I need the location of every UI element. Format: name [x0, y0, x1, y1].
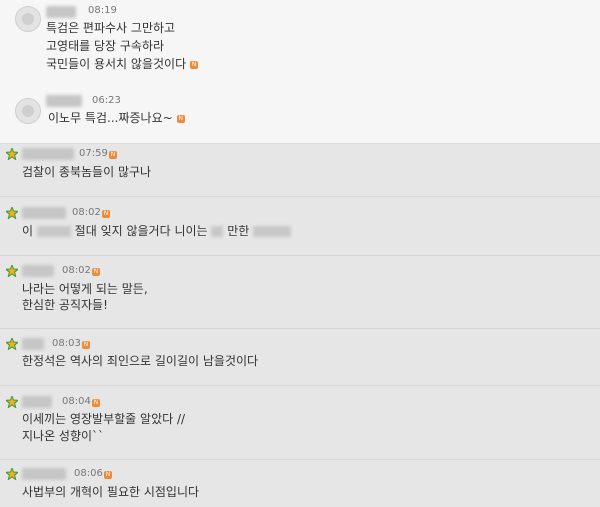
comment-time: 08:03 [52, 338, 81, 349]
username-redacted[interactable] [22, 207, 66, 219]
comment-text-line: 국민들이 용서치 않을것이다 N [46, 57, 199, 71]
comment-time: 08:02 [62, 265, 91, 276]
username-redacted[interactable] [22, 338, 44, 350]
comment-time: 08:19 [88, 5, 117, 16]
divider [0, 385, 600, 386]
comment-text-line: 지나온 성향이`` [22, 429, 105, 443]
comment-text-line: 이 절대 잊지 않을거다 니이는 만한 [22, 222, 292, 240]
rainbow-star-icon [6, 468, 18, 480]
rainbow-star-icon [6, 396, 18, 408]
comment-feed: 08:19 특검은 편파수사 그만하고 고영태를 당장 구속하라 국민들이 용서… [0, 0, 600, 507]
comment-text-line: 한심한 공직자들! [22, 298, 108, 312]
username-redacted[interactable] [46, 95, 82, 107]
rainbow-star-icon [6, 265, 18, 277]
comment-text-line: 한정석은 역사의 죄인으로 길이길이 남을것이다 [22, 354, 259, 368]
username-redacted[interactable] [22, 265, 54, 277]
divider [0, 196, 600, 197]
divider [0, 255, 600, 256]
divider [0, 328, 600, 329]
divider [0, 459, 600, 460]
top-comments-block: 08:19 특검은 편파수사 그만하고 고영태를 당장 구속하라 국민들이 용서… [0, 0, 600, 144]
comment-text-line: 이노무 특검...짜증나요~ N [48, 111, 185, 125]
comment-text-line: 고영태를 당장 구속하라 [46, 39, 165, 53]
new-badge: N [190, 60, 199, 69]
username-redacted[interactable] [22, 148, 74, 160]
redacted-text [253, 226, 292, 237]
new-badge: N [176, 114, 185, 123]
user-avatar[interactable] [15, 98, 41, 124]
rainbow-star-icon [6, 338, 18, 350]
username-redacted[interactable] [22, 468, 66, 480]
comment-time: 08:04 [62, 396, 91, 407]
comment-time: 08:02 [72, 207, 101, 218]
new-badge: N [104, 471, 112, 479]
new-badge: N [92, 268, 100, 276]
new-badge: N [82, 341, 90, 349]
username-redacted[interactable] [22, 396, 52, 408]
comment-text-line: 검찰이 종북놈들이 많구나 [22, 165, 152, 179]
redacted-text [36, 226, 71, 237]
comment-time: 08:06 [74, 468, 103, 479]
rainbow-star-icon [6, 148, 18, 160]
comment-time: 06:23 [92, 95, 121, 106]
new-badge: N [92, 399, 100, 407]
comment-text-line: 이세끼는 영장발부할줄 알았다 // [22, 412, 186, 426]
new-badge: N [102, 210, 110, 218]
user-avatar[interactable] [15, 6, 41, 32]
rainbow-star-icon [6, 207, 18, 219]
comment-text-line: 특검은 편파수사 그만하고 [46, 21, 176, 35]
comment-text-line: 사법부의 개혁이 필요한 시점입니다 [22, 485, 200, 499]
username-redacted[interactable] [46, 6, 76, 18]
new-badge: N [109, 151, 117, 159]
redacted-text [211, 226, 224, 237]
comment-time: 07:59 [79, 148, 108, 159]
